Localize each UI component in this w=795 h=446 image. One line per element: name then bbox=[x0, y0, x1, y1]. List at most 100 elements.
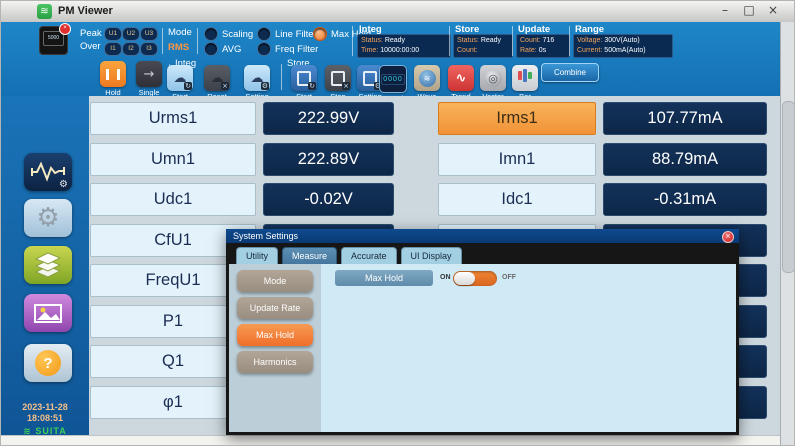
sidebar: ⚙ ⚙ ? 2023-11-28 18:08:51 ≋ SUITA bbox=[1, 96, 89, 435]
dialog-side-button-mode[interactable]: Mode bbox=[237, 270, 313, 292]
sidebar-settings-button[interactable]: ⚙ bbox=[24, 199, 72, 237]
close-button[interactable]: × bbox=[766, 3, 780, 17]
image-capture-icon bbox=[32, 301, 64, 325]
toggle-knob bbox=[454, 272, 475, 285]
measurement-value-cell: 222.99V bbox=[263, 102, 394, 135]
refresh-icon: ↻ bbox=[184, 82, 192, 90]
bottom-strip bbox=[1, 435, 780, 446]
peak-over-label: PeakOver bbox=[80, 27, 102, 53]
peak-over-i1: I1 bbox=[104, 42, 122, 56]
sidebar-screenshot-button[interactable] bbox=[24, 294, 72, 332]
maximize-button[interactable]: □ bbox=[742, 3, 756, 17]
dialog-title: System Settings bbox=[233, 231, 298, 241]
measurement-row: Udc1 -0.02V Idc1 -0.31mA bbox=[89, 183, 780, 216]
indicator-dot bbox=[204, 42, 218, 56]
indicator-line-filter[interactable]: Line Filter bbox=[257, 27, 317, 41]
indicator-avg[interactable]: AVG bbox=[204, 42, 241, 56]
divider bbox=[449, 26, 450, 56]
peak-over-u2: U2 bbox=[122, 27, 140, 41]
integ-status-box: StatusReady Time10000:00:00 bbox=[357, 34, 451, 58]
toggle-on-label: ON bbox=[440, 274, 451, 281]
measurement-label-cell[interactable]: Umn1 bbox=[90, 143, 256, 176]
dialog-side-button-harmonics[interactable]: Harmonics bbox=[237, 351, 313, 373]
mode-label: Mode bbox=[168, 27, 192, 38]
measurement-value-cell: 222.89V bbox=[263, 143, 394, 176]
x-icon: × bbox=[342, 82, 350, 90]
indicator-scaling[interactable]: Scaling bbox=[204, 27, 253, 41]
tab-accurate[interactable]: Accurate bbox=[341, 247, 397, 265]
app-icon: ≋ bbox=[37, 4, 52, 19]
dialog-close-button[interactable]: × bbox=[722, 231, 734, 243]
divider bbox=[352, 26, 353, 56]
measurement-label-cell[interactable]: Urms1 bbox=[90, 102, 256, 135]
disconnected-badge-icon: × bbox=[59, 23, 71, 35]
dialog-body: Mode Update Rate Max Hold Harmonics Max … bbox=[229, 264, 736, 432]
refresh-icon: ↻ bbox=[308, 82, 316, 90]
measurement-value-cell: -0.31mA bbox=[603, 183, 767, 216]
dialog-side-panel: Mode Update Rate Max Hold Harmonics bbox=[229, 264, 321, 432]
indicator-dot bbox=[204, 27, 218, 41]
dialog-tabs: Utility Measure Accurate UI Display bbox=[236, 247, 462, 265]
hold-button[interactable]: Hold bbox=[93, 61, 133, 97]
sidebar-help-button[interactable]: ? bbox=[24, 344, 72, 382]
measurement-value-cell: -0.02V bbox=[263, 183, 394, 216]
pause-icon bbox=[106, 69, 120, 80]
measurement-row: Urms1 222.99V Irms1 107.77mA bbox=[89, 102, 780, 135]
device-icon[interactable]: 5000 × bbox=[39, 26, 68, 55]
pm-viewer-window: ≋ PM Viewer – □ × 5000 × PeakOver U1 U2 … bbox=[0, 0, 795, 446]
sidebar-layers-button[interactable] bbox=[24, 246, 72, 284]
peak-over-i3: I3 bbox=[140, 42, 158, 56]
measurement-label-cell[interactable]: Udc1 bbox=[90, 183, 256, 216]
combine-button[interactable]: Combine bbox=[541, 63, 599, 82]
dialog-side-button-update-rate[interactable]: Update Rate bbox=[237, 297, 313, 319]
indicator-dot bbox=[313, 27, 327, 41]
indicator-freq-filter[interactable]: Freq Filter bbox=[257, 42, 318, 56]
gear-icon: ⚙ bbox=[59, 179, 68, 190]
divider bbox=[197, 28, 198, 54]
x-icon: × bbox=[221, 82, 229, 90]
measurement-value-cell: 88.79mA bbox=[603, 143, 767, 176]
minimize-button[interactable]: – bbox=[718, 3, 732, 17]
status-time: 18:08:51 bbox=[1, 413, 89, 423]
tab-ui-display[interactable]: UI Display bbox=[401, 247, 462, 265]
mode-value: RMS bbox=[168, 42, 189, 53]
dialog-frame: Utility Measure Accurate UI Display Mode… bbox=[226, 243, 739, 435]
status-date: 2023-11-28 bbox=[1, 402, 89, 412]
indicator-dot bbox=[257, 42, 271, 56]
tab-measure[interactable]: Measure bbox=[282, 247, 337, 265]
measurement-label-cell[interactable]: Imn1 bbox=[438, 143, 596, 176]
range-status-box: Voltage300V(Auto) Current500mA(Auto) bbox=[573, 34, 673, 58]
arrow-icon: → bbox=[144, 67, 155, 82]
divider bbox=[162, 28, 163, 54]
dialog-titlebar: System Settings bbox=[226, 229, 739, 243]
indicator-dot bbox=[257, 27, 271, 41]
window-titlebar: ≋ PM Viewer – □ × bbox=[1, 1, 794, 23]
sidebar-measure-settings-button[interactable]: ⚙ bbox=[24, 153, 72, 191]
update-status-box: Count716 Rate0s bbox=[516, 34, 570, 58]
peak-over-u3: U3 bbox=[140, 27, 158, 41]
dialog-side-button-max-hold[interactable]: Max Hold bbox=[237, 324, 313, 346]
gear-icon: ⚙ bbox=[36, 203, 59, 233]
gear-icon: ⚙ bbox=[261, 82, 269, 90]
bar-chart-icon bbox=[512, 65, 538, 91]
measurement-label-cell-selected[interactable]: Irms1 bbox=[438, 102, 596, 135]
measurement-value-cell: 107.77mA bbox=[603, 102, 767, 135]
vector-icon: ◎ bbox=[485, 70, 502, 87]
numeric-display-icon: 0000 bbox=[381, 74, 405, 85]
max-hold-toggle[interactable] bbox=[453, 271, 497, 286]
peak-over-u1: U1 bbox=[104, 27, 122, 41]
store-status-box: StatusReady Count bbox=[453, 34, 513, 58]
scrollbar[interactable] bbox=[782, 101, 795, 273]
measurement-row: Umn1 222.89V Imn1 88.79mA bbox=[89, 143, 780, 176]
divider bbox=[512, 26, 513, 56]
window-title: PM Viewer bbox=[58, 5, 113, 17]
max-hold-setting-label: Max Hold bbox=[335, 270, 433, 286]
layers-icon bbox=[32, 252, 64, 278]
measurement-label-cell[interactable]: Idc1 bbox=[438, 183, 596, 216]
toggle-off-label: OFF bbox=[502, 274, 516, 281]
wave-icon: ≋ bbox=[419, 70, 436, 87]
divider bbox=[569, 26, 570, 56]
divider bbox=[281, 64, 282, 90]
trend-icon: ∿ bbox=[456, 71, 467, 86]
tab-utility[interactable]: Utility bbox=[236, 247, 278, 265]
